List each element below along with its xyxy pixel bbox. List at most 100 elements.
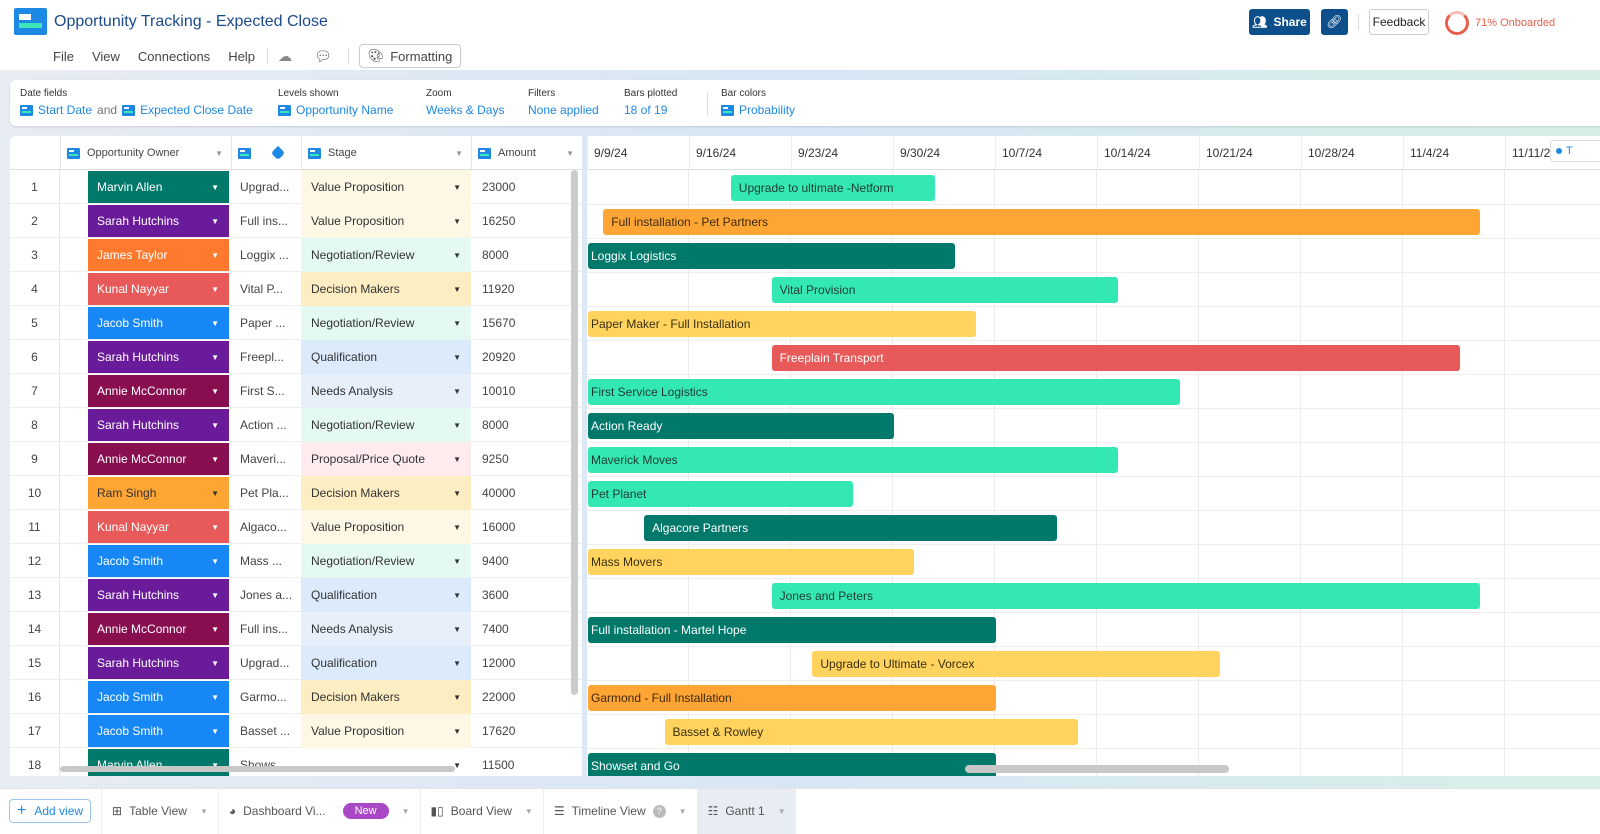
stage-cell[interactable]: Value Proposition ▼ (301, 510, 471, 544)
owner-cell[interactable]: Sarah Hutchins ▼ (88, 647, 229, 679)
zoom-value[interactable]: Weeks & Days (426, 103, 504, 117)
amount-cell[interactable]: 15670 (482, 306, 515, 340)
chevron-down-icon[interactable]: ▼ (566, 149, 574, 158)
tab-table-view[interactable]: ⊞ Table View ▼ (101, 788, 218, 834)
owner-cell[interactable]: Sarah Hutchins ▼ (88, 579, 229, 611)
chevron-down-icon[interactable]: ▼ (453, 421, 461, 430)
gantt-bar[interactable]: Showset and Go (588, 753, 996, 776)
amount-cell[interactable]: 16000 (482, 510, 515, 544)
end-date-field[interactable]: Expected Close Date (140, 103, 253, 117)
owner-cell[interactable]: Annie McConnor ▼ (88, 375, 229, 407)
chevron-down-icon[interactable]: ▼ (453, 353, 461, 362)
opportunity-name-cell[interactable]: Full ins... (240, 204, 300, 238)
table-row[interactable]: 11 Kunal Nayyar ▼ Algaco... Value Propositio… (10, 510, 582, 544)
chevron-down-icon[interactable]: ▼ (453, 557, 461, 566)
gantt-bar[interactable]: Full installation - Martel Hope (588, 617, 996, 643)
gantt-bar[interactable]: Garmond - Full Installation (588, 685, 996, 711)
chevron-down-icon[interactable]: ▼ (453, 319, 461, 328)
menu-view[interactable]: View (92, 49, 120, 64)
chevron-down-icon[interactable]: ▼ (211, 387, 219, 396)
stage-cell[interactable]: Needs Analysis ▼ (301, 374, 471, 408)
amount-cell[interactable]: 12000 (482, 646, 515, 680)
stage-cell[interactable]: Decision Makers ▼ (301, 272, 471, 306)
opportunity-name-cell[interactable]: Action ... (240, 408, 300, 442)
table-row[interactable]: 15 Sarah Hutchins ▼ Upgrad... Qualification ▼… (10, 646, 582, 680)
chevron-down-icon[interactable]: ▼ (453, 285, 461, 294)
amount-cell[interactable]: 8000 (482, 238, 509, 272)
chevron-down-icon[interactable]: ▼ (453, 251, 461, 260)
share-button[interactable]: 👥︎ Share (1249, 9, 1310, 35)
table-row[interactable]: 4 Kunal Nayyar ▼ Vital P... Decision Makers ▼… (10, 272, 582, 306)
amount-cell[interactable]: 11920 (482, 272, 514, 306)
opportunity-name-cell[interactable]: Full ins... (240, 612, 300, 646)
bar-colors-value[interactable]: Probability (739, 103, 795, 117)
table-row[interactable]: 16 Jacob Smith ▼ Garmo... Decision Makers ▼ 22… (10, 680, 582, 714)
grid-horizontal-scrollbar[interactable] (60, 766, 455, 772)
owner-cell[interactable]: Sarah Hutchins ▼ (88, 409, 229, 441)
filters-value[interactable]: None applied (528, 103, 599, 117)
gantt-bar[interactable]: Upgrade to ultimate -Netform (730, 175, 935, 201)
stage-cell[interactable]: Decision Makers ▼ (301, 476, 471, 510)
column-header-stage[interactable]: Stage ▼ (301, 136, 471, 170)
chevron-down-icon[interactable]: ▼ (211, 319, 219, 328)
opportunity-name-cell[interactable]: Garmo... (240, 680, 300, 714)
amount-cell[interactable]: 16250 (482, 204, 515, 238)
opportunity-name-cell[interactable]: Freepl... (240, 340, 300, 374)
table-row[interactable]: 6 Sarah Hutchins ▼ Freepl... Qualification ▼ 2… (10, 340, 582, 374)
owner-cell[interactable]: Marvin Allen ▼ (88, 171, 229, 203)
amount-cell[interactable]: 23000 (482, 170, 515, 204)
chevron-down-icon[interactable]: ▼ (211, 455, 219, 464)
gantt-bar[interactable]: Jones and Peters (771, 583, 1481, 609)
table-row[interactable]: 1 Marvin Allen ▼ Upgrad... Value Proposition… (10, 170, 582, 204)
today-marker[interactable]: T (1550, 140, 1600, 162)
column-header-name[interactable] (231, 136, 301, 170)
opportunity-name-cell[interactable]: Paper ... (240, 306, 300, 340)
table-row[interactable]: 12 Jacob Smith ▼ Mass ... Negotiation/Review… (10, 544, 582, 578)
chevron-down-icon[interactable]: ▼ (211, 421, 219, 430)
amount-cell[interactable]: 40000 (482, 476, 515, 510)
cloud-sync-icon[interactable]: ☁ (278, 48, 292, 65)
table-row[interactable]: 7 Annie McConnor ▼ First S... Needs Analysis… (10, 374, 582, 408)
tab-dashboard-view[interactable]: ◕ Dashboard Vi... New ▼ (217, 788, 420, 834)
gantt-bar[interactable]: Action Ready (588, 413, 894, 439)
chevron-down-icon[interactable]: ▼ (525, 807, 533, 816)
chevron-down-icon[interactable]: ▼ (453, 693, 461, 702)
owner-cell[interactable]: Ram Singh ▼ (88, 477, 229, 509)
grid-vertical-scrollbar[interactable] (571, 170, 578, 695)
chevron-down-icon[interactable]: ▼ (453, 591, 461, 600)
gantt-bar[interactable]: Mass Movers (588, 549, 915, 575)
amount-cell[interactable]: 8000 (482, 408, 509, 442)
gantt-bar[interactable]: Upgrade to Ultimate - Vorcex (812, 651, 1221, 677)
table-row[interactable]: 3 James Taylor ▼ Loggix ... Negotiation/Revi… (10, 238, 582, 272)
page-title[interactable]: Opportunity Tracking - Expected Close (54, 13, 328, 31)
owner-cell[interactable]: Kunal Nayyar ▼ (88, 273, 229, 305)
chevron-down-icon[interactable]: ▼ (211, 659, 219, 668)
opportunity-name-cell[interactable]: First S... (240, 374, 300, 408)
stage-cell[interactable]: Proposal/Price Quote ▼ (301, 442, 471, 476)
chevron-down-icon[interactable]: ▼ (453, 387, 461, 396)
app-logo-icon[interactable] (14, 8, 47, 35)
stage-cell[interactable]: Negotiation/Review ▼ (301, 306, 471, 340)
amount-cell[interactable]: 20920 (482, 340, 515, 374)
table-row[interactable]: 5 Jacob Smith ▼ Paper ... Negotiation/Review… (10, 306, 582, 340)
chevron-down-icon[interactable]: ▼ (211, 285, 219, 294)
opportunity-name-cell[interactable]: Pet Pla... (240, 476, 300, 510)
chevron-down-icon[interactable]: ▼ (778, 807, 786, 816)
table-row[interactable]: 14 Annie McConnor ▼ Full ins... Needs Analys… (10, 612, 582, 646)
opportunity-name-cell[interactable]: Jones a... (240, 578, 300, 612)
owner-cell[interactable]: Sarah Hutchins ▼ (88, 341, 229, 373)
tab-gantt-1[interactable]: ☷ Gantt 1 ▼ (696, 788, 796, 834)
table-row[interactable]: 17 Jacob Smith ▼ Basset ... Value Propositio… (10, 714, 582, 748)
gantt-bar[interactable]: Full installation - Pet Partners (603, 209, 1481, 235)
owner-cell[interactable]: Jacob Smith ▼ (88, 545, 229, 577)
tab-timeline-view[interactable]: ☰ Timeline View ? ▼ (542, 788, 697, 834)
amount-cell[interactable]: 10010 (482, 374, 515, 408)
tab-board-view[interactable]: ▮▯ Board View ▼ (419, 788, 543, 834)
stage-cell[interactable]: Decision Makers ▼ (301, 680, 471, 714)
formatting-button[interactable]: 🎨︎ Formatting (358, 44, 462, 68)
table-row[interactable]: 13 Sarah Hutchins ▼ Jones a... Qualification… (10, 578, 582, 612)
stage-cell[interactable]: Negotiation/Review ▼ (301, 238, 471, 272)
chevron-down-icon[interactable]: ▼ (453, 455, 461, 464)
chevron-down-icon[interactable]: ▼ (215, 149, 223, 158)
menu-help[interactable]: Help (228, 49, 255, 64)
